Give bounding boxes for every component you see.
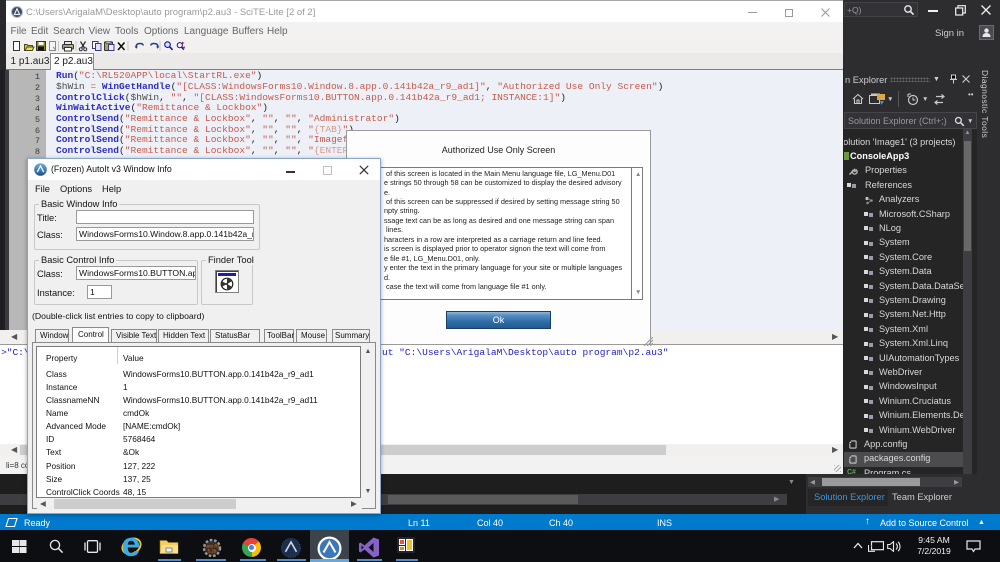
svg-text:5.2b: 5.2b bbox=[208, 549, 217, 554]
svg-text:e: e bbox=[122, 537, 141, 557]
